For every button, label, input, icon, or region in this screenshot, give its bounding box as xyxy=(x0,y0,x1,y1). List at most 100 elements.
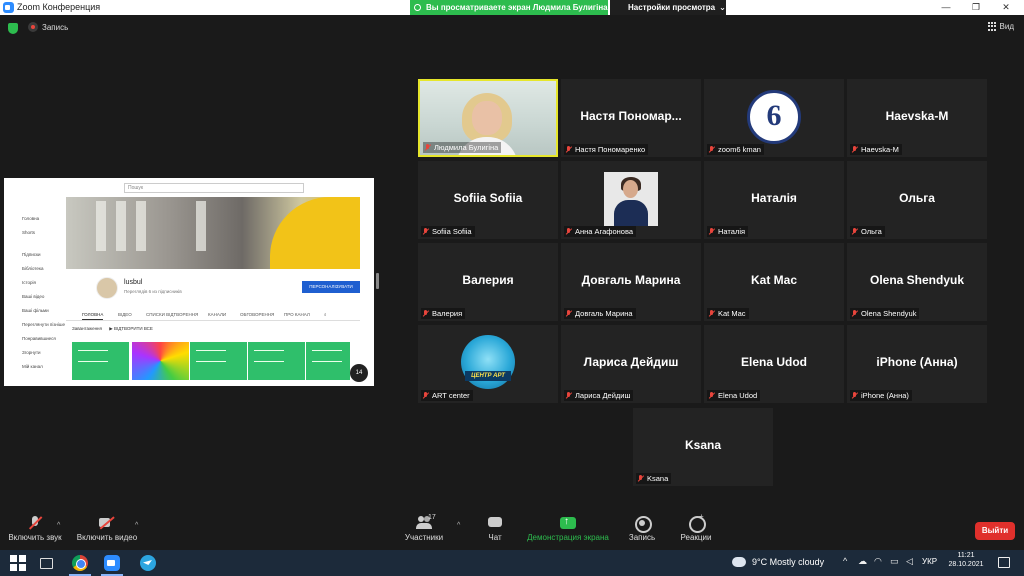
participant-avatar-logo: 6 xyxy=(747,90,801,144)
mic-muted-icon xyxy=(422,309,429,318)
participant-tile[interactable]: iPhone (Анна) iPhone (Анна) xyxy=(847,325,987,403)
language-indicator[interactable]: УКР xyxy=(922,557,937,566)
panel-splitter-handle[interactable] xyxy=(376,273,379,289)
leave-button[interactable]: Выйти xyxy=(975,522,1015,540)
microphone-muted-icon xyxy=(27,516,43,530)
participant-tile[interactable]: Elena Udod Elena Udod xyxy=(704,325,844,403)
participant-display-name: Sofiia Sofiia xyxy=(453,191,523,205)
participant-display-name: Наталія xyxy=(751,191,797,205)
participant-tile[interactable]: Лариса Дейдиш Лариса Дейдиш xyxy=(561,325,701,403)
reactions-button[interactable]: Реакции xyxy=(678,512,714,542)
youtube-sidebar-item: Головна xyxy=(22,216,40,221)
share-screen-icon xyxy=(560,516,576,530)
youtube-sidebar-item: Ваші відео xyxy=(22,294,45,299)
participant-name-label: Ольга xyxy=(850,226,885,237)
battery-icon[interactable]: ▭ xyxy=(890,556,899,567)
share-banner-text: Вы просматриваете экран Людмила Булигіна xyxy=(426,3,608,12)
youtube-sidebar-item: Бібліотека xyxy=(22,266,44,271)
participant-tile[interactable]: Ольга Ольга xyxy=(847,161,987,239)
participant-tile[interactable]: ЦЕНТР АРТ ART center xyxy=(418,325,558,403)
view-options-button[interactable]: Настройки просмотра ⌄ xyxy=(610,0,726,15)
participants-button[interactable]: 17 Участники xyxy=(402,514,446,542)
participant-tile[interactable]: Анна Агафонова xyxy=(561,161,701,239)
participant-name: Настя Пономаренко xyxy=(575,145,646,154)
unmute-button[interactable]: Включить звук xyxy=(6,516,64,542)
mic-muted-icon xyxy=(422,227,429,236)
cloud-icon[interactable] xyxy=(732,557,746,567)
windows-start-icon[interactable] xyxy=(10,555,26,571)
participant-name: Валерия xyxy=(432,309,463,318)
participant-name: Olena Shendyuk xyxy=(861,309,917,318)
chrome-icon[interactable] xyxy=(72,555,88,571)
youtube-sidebar-item: Ваші фільми xyxy=(22,308,49,313)
maximize-button[interactable]: ❐ xyxy=(960,0,992,15)
customize-channel-button: ПЕРСОНАЛІЗУВАТИ КАНАЛ xyxy=(302,281,360,301)
participant-tile[interactable]: Людмила Булигіна xyxy=(418,79,558,157)
record-icon xyxy=(634,516,652,533)
window-title: Zoom Конференция xyxy=(17,2,101,12)
participant-display-name: Olena Shendyuk xyxy=(869,273,965,287)
participant-tile[interactable]: Настя Пономар... Настя Пономаренко xyxy=(561,79,701,157)
participant-display-name: Ольга xyxy=(899,191,935,205)
notifications-icon[interactable] xyxy=(998,557,1010,568)
network-icon[interactable]: ◠ xyxy=(874,556,882,567)
close-button[interactable]: ✕ xyxy=(990,0,1022,15)
mic-muted-icon xyxy=(851,227,858,236)
meeting-top-bar: Запись Вид xyxy=(0,15,1024,41)
participant-name: Ольга xyxy=(861,227,882,236)
participant-tile[interactable]: Kat Mac Kat Mac xyxy=(704,243,844,321)
youtube-tab: ГОЛОВНА xyxy=(82,312,104,320)
participants-count: 17 xyxy=(428,514,436,521)
mic-muted-icon xyxy=(708,227,715,236)
video-options-caret[interactable]: ^ xyxy=(135,522,138,529)
participant-tile[interactable]: Наталія Наталія xyxy=(704,161,844,239)
record-button[interactable]: Запись xyxy=(626,516,658,542)
youtube-sidebar-item: Підписки xyxy=(22,252,41,257)
share-screen-button[interactable]: Демонстрация экрана xyxy=(524,516,612,542)
tray-overflow-caret[interactable]: ^ xyxy=(843,556,847,566)
participant-name: Людмила Булигіна xyxy=(434,143,499,152)
participant-tile[interactable]: Olena Shendyuk Olena Shendyuk xyxy=(847,243,987,321)
onedrive-icon[interactable]: ☁ xyxy=(858,556,867,567)
video-off-icon xyxy=(99,516,115,530)
participant-tile[interactable]: Валерия Валерия xyxy=(418,243,558,321)
participant-name-label: iPhone (Анна) xyxy=(850,390,912,401)
youtube-channel-banner xyxy=(66,197,360,269)
chat-button[interactable]: Чат xyxy=(482,516,508,542)
reactions-icon xyxy=(688,512,706,533)
participant-name: Лариса Дейдиш xyxy=(575,391,631,400)
start-video-button[interactable]: Включить видео xyxy=(76,516,138,542)
zoom-window: Zoom Конференция Вы просматриваете экран… xyxy=(0,0,1024,576)
participant-tile[interactable]: Ksana Ksana xyxy=(633,408,773,486)
telegram-icon[interactable] xyxy=(140,555,156,571)
participant-tile[interactable]: Haevska-M Haevska-M xyxy=(847,79,987,157)
weather-text[interactable]: 9°C Mostly cloudy xyxy=(752,557,824,567)
zoom-taskbar-icon[interactable] xyxy=(104,555,120,571)
participant-name-label: Лариса Дейдиш xyxy=(564,390,634,401)
minimize-button[interactable]: — xyxy=(930,0,962,15)
mic-muted-icon xyxy=(708,391,715,400)
security-shield-icon[interactable] xyxy=(8,23,18,34)
share-banner: Вы просматриваете экран Людмила Булигіна xyxy=(410,0,608,15)
mic-muted-icon xyxy=(565,391,572,400)
participants-icon: 17 xyxy=(416,514,436,530)
participant-name: ART center xyxy=(432,391,470,400)
participant-name-label: Elena Udod xyxy=(707,390,761,401)
participant-display-name: Ksana xyxy=(684,438,722,452)
clock[interactable]: 11:21 28.10.2021 xyxy=(946,552,986,568)
task-view-icon[interactable] xyxy=(40,558,53,569)
participant-tile[interactable]: Sofiia Sofiia Sofiia Sofiia xyxy=(418,161,558,239)
youtube-tab: КАНАЛИ xyxy=(208,312,227,317)
channel-name: lusbul xyxy=(124,279,143,286)
sharing-indicator-icon xyxy=(414,4,421,11)
view-button[interactable]: Вид xyxy=(987,22,1014,31)
participants-options-caret[interactable]: ^ xyxy=(457,522,460,529)
audio-options-caret[interactable]: ^ xyxy=(57,522,60,529)
video-thumbnail xyxy=(72,342,129,380)
participant-tile[interactable]: 6 zoom6 kman xyxy=(704,79,844,157)
view-label: Вид xyxy=(999,22,1014,31)
recording-indicator[interactable]: Запись xyxy=(28,22,68,32)
participant-tile[interactable]: Довгаль Марина Довгаль Марина xyxy=(561,243,701,321)
volume-icon[interactable]: ◁ xyxy=(906,556,913,567)
search-icon: ⌕ xyxy=(324,312,327,317)
